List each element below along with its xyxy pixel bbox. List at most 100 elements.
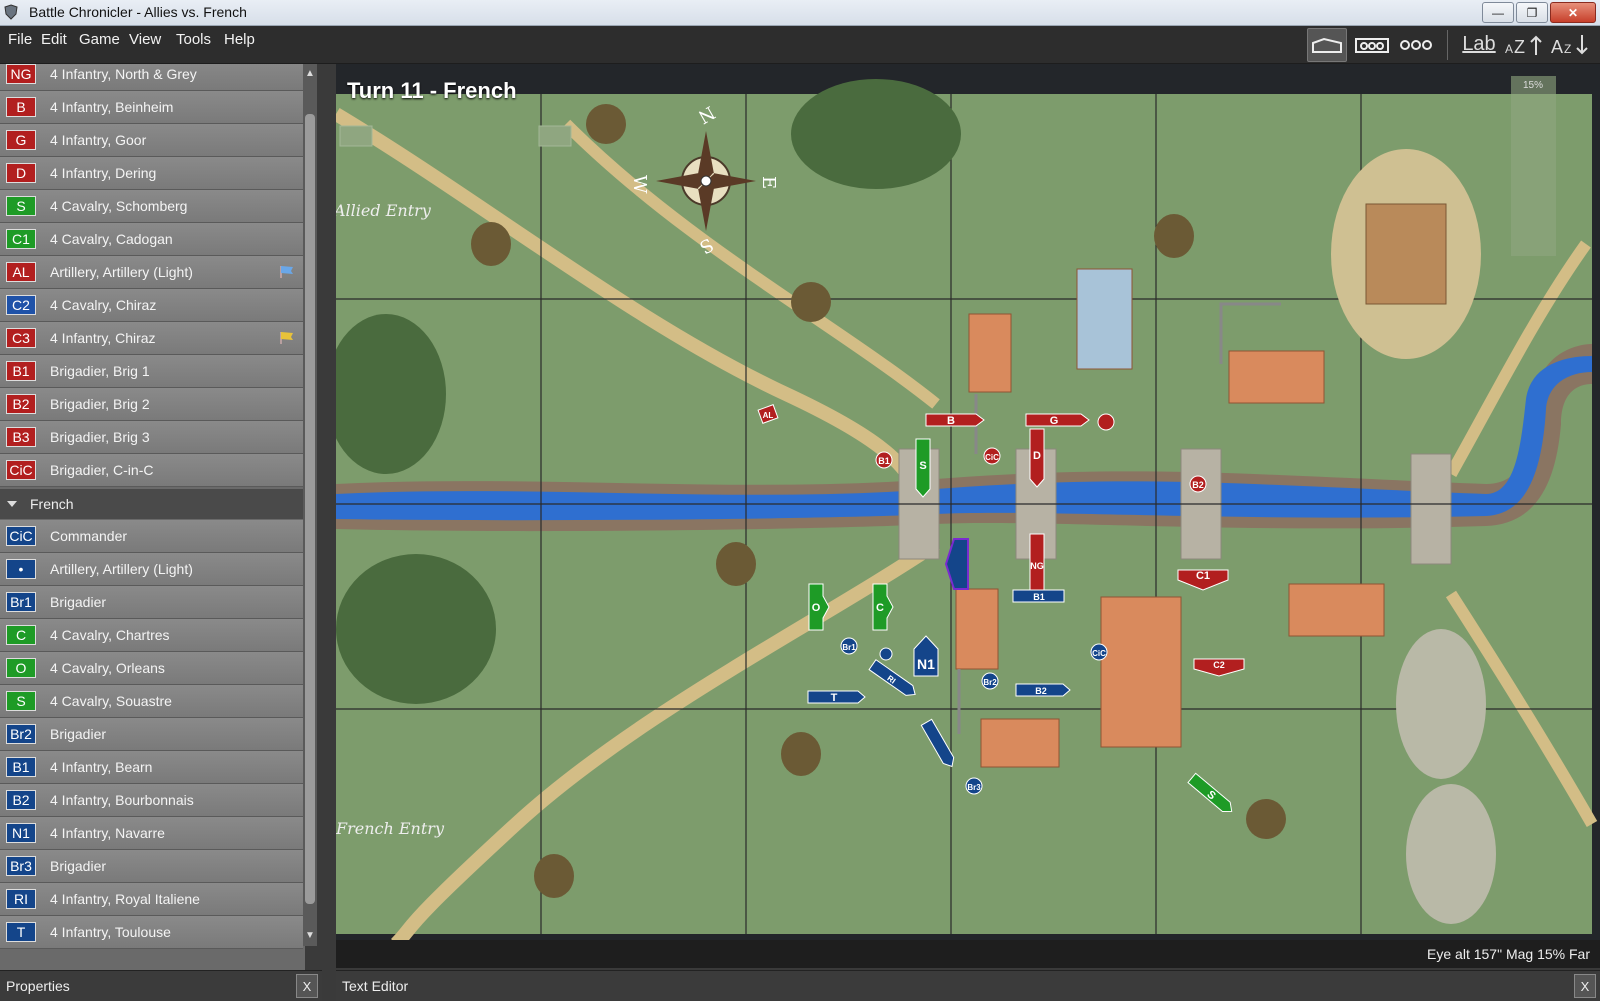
unit-row-al[interactable]: AL Artillery, Artillery (Light) (0, 256, 303, 289)
scroll-down-arrow-icon[interactable]: ▼ (305, 930, 315, 942)
unit-label: 4 Cavalry, Chiraz (50, 297, 157, 313)
unit-row-c1[interactable]: C1 4 Cavalry, Cadogan (0, 223, 303, 256)
allied-marker-cic[interactable]: CiC (985, 453, 999, 462)
close-text-editor-button[interactable]: X (1574, 974, 1596, 998)
battle-map[interactable]: N E S W Allied Entry French Entry 15% B … (336, 64, 1600, 946)
unit-badge: AL (6, 262, 36, 282)
unit-row-f-ri[interactable]: RI 4 Infantry, Royal Italiene (0, 883, 303, 916)
allied-marker-ng[interactable]: NG (1030, 561, 1044, 571)
unit-row-s[interactable]: S 4 Cavalry, Schomberg (0, 190, 303, 223)
unit-row-f-b1[interactable]: B1 4 Infantry, Bearn (0, 751, 303, 784)
unit-badge: S (6, 691, 36, 711)
grid-3d-icon (1355, 37, 1389, 53)
french-marker-br3[interactable]: Br3 (967, 783, 981, 792)
collapse-triangle-icon (7, 501, 17, 507)
french-marker-n1[interactable]: N1 (917, 656, 935, 672)
scroll-up-arrow-icon[interactable]: ▲ (305, 68, 315, 80)
unit-row-c3[interactable]: C3 4 Infantry, Chiraz (0, 322, 303, 355)
labels-button[interactable]: Lab (1460, 29, 1498, 61)
french-group-header[interactable]: French (0, 489, 303, 519)
close-window-button[interactable]: ✕ (1550, 2, 1596, 23)
allied-marker-s[interactable]: S (919, 460, 926, 472)
allied-marker-b1[interactable]: B1 (878, 456, 890, 466)
unit-row-f-t[interactable]: T 4 Infantry, Toulouse (0, 916, 303, 949)
zoom-slider[interactable]: 15% (1511, 76, 1556, 256)
close-properties-button[interactable]: X (296, 974, 318, 998)
french-marker-br2[interactable]: Br2 (983, 678, 997, 687)
unit-list-scrollbar[interactable]: ▲ ▼ (303, 64, 317, 946)
unit-row-f-o[interactable]: O 4 Cavalry, Orleans (0, 652, 303, 685)
window-controls: — ❐ ✕ (1482, 2, 1596, 23)
bridge-4 (1410, 453, 1452, 565)
menu-help[interactable]: Help (224, 31, 255, 48)
dots-icon (1400, 39, 1432, 50)
unit-row-b3[interactable]: B3 Brigadier, Brig 3 (0, 421, 303, 454)
unit-label: 4 Infantry, North & Grey (50, 66, 197, 82)
unit-label: 4 Infantry, Toulouse (50, 924, 171, 940)
menu-file[interactable]: File (8, 31, 32, 48)
unit-row-f-s[interactable]: S 4 Cavalry, Souastre (0, 685, 303, 718)
french-marker-b2[interactable]: B2 (1035, 686, 1047, 696)
unit-badge: B2 (6, 394, 36, 414)
unit-row-c2[interactable]: C2 4 Cavalry, Chiraz (0, 289, 303, 322)
unit-badge: C3 (6, 328, 36, 348)
allied-marker-b[interactable]: B (947, 415, 955, 427)
svg-text:A: A (1551, 37, 1563, 57)
unit-label: Brigadier, Brig 2 (50, 396, 150, 412)
menu-view[interactable]: View (129, 31, 161, 48)
rocky-outcrop-1 (1396, 629, 1486, 779)
unit-row-b1[interactable]: B1 Brigadier, Brig 1 (0, 355, 303, 388)
restore-button[interactable]: ❐ (1516, 2, 1548, 23)
view-units-button[interactable] (1397, 29, 1435, 61)
menu-edit[interactable]: Edit (41, 31, 67, 48)
unit-row-f-br1[interactable]: Br1 Brigadier (0, 586, 303, 619)
unit-row-g[interactable]: G 4 Infantry, Goor (0, 124, 303, 157)
unit-label: Brigadier, Brig 1 (50, 363, 150, 379)
unit-label: 4 Infantry, Beinheim (50, 99, 174, 115)
group-label: French (30, 496, 74, 512)
view-3d-button[interactable] (1353, 29, 1391, 61)
french-marker-br1[interactable]: Br1 (842, 643, 856, 652)
allied-marker-b2[interactable]: B2 (1192, 480, 1204, 490)
french-marker-t[interactable]: T (831, 692, 838, 704)
unit-row-b2[interactable]: B2 Brigadier, Brig 2 (0, 388, 303, 421)
sort-descending-button[interactable]: AZ (1550, 29, 1590, 61)
unit-row-f-n1[interactable]: N1 4 Infantry, Navarre (0, 817, 303, 850)
unit-row-b[interactable]: B 4 Infantry, Beinheim (0, 91, 303, 124)
unit-row-cic[interactable]: CiC Brigadier, C-in-C (0, 454, 303, 487)
scroll-thumb[interactable] (305, 114, 315, 904)
unit-label: Brigadier (50, 858, 107, 874)
allied-marker-d[interactable]: D (1033, 450, 1041, 462)
turn-title: Turn 11 - French (347, 78, 517, 103)
minimize-button[interactable]: — (1482, 2, 1514, 23)
unit-row-f-br3[interactable]: Br3 Brigadier (0, 850, 303, 883)
status-bar: Eye alt 157" Mag 15% Far (336, 940, 1600, 968)
unit-row-ng[interactable]: NG 4 Infantry, North & Grey (0, 64, 303, 91)
french-marker-b1[interactable]: B1 (1033, 592, 1045, 602)
unit-label: Brigadier (50, 594, 107, 610)
compass-w: W (629, 175, 650, 194)
french-marker-c[interactable]: C (876, 602, 884, 614)
unit-row-d[interactable]: D 4 Infantry, Dering (0, 157, 303, 190)
sort-ascending-button[interactable]: AZ (1504, 29, 1544, 61)
allied-marker-c1[interactable]: C1 (1196, 570, 1210, 582)
unit-row-f-c[interactable]: C 4 Cavalry, Chartres (0, 619, 303, 652)
unit-badge: Br2 (6, 724, 36, 744)
unit-badge: CiC (6, 460, 36, 480)
allied-marker-g[interactable]: G (1050, 415, 1059, 427)
yellow-flag-icon (280, 332, 293, 344)
unit-row-f-br2[interactable]: Br2 Brigadier (0, 718, 303, 751)
unit-row-f-cic[interactable]: CiC Commander (0, 520, 303, 553)
unit-row-f-b2[interactable]: B2 4 Infantry, Bourbonnais (0, 784, 303, 817)
view-flat-button[interactable] (1307, 27, 1347, 62)
french-marker-o[interactable]: O (812, 602, 821, 614)
unit-row-f-artillery[interactable]: • Artillery, Artillery (Light) (0, 553, 303, 586)
french-marker-cic[interactable]: CiC (1092, 649, 1106, 658)
text-editor-title: Text Editor (342, 978, 409, 994)
allied-marker-c2[interactable]: C2 (1213, 660, 1225, 670)
allied-marker-al[interactable]: AL (763, 411, 774, 420)
menu-tools[interactable]: Tools (176, 31, 211, 48)
menu-game[interactable]: Game (79, 31, 120, 48)
unit-label: Brigadier, Brig 3 (50, 429, 150, 445)
sort-ascending-icon: AZ (1505, 35, 1542, 57)
